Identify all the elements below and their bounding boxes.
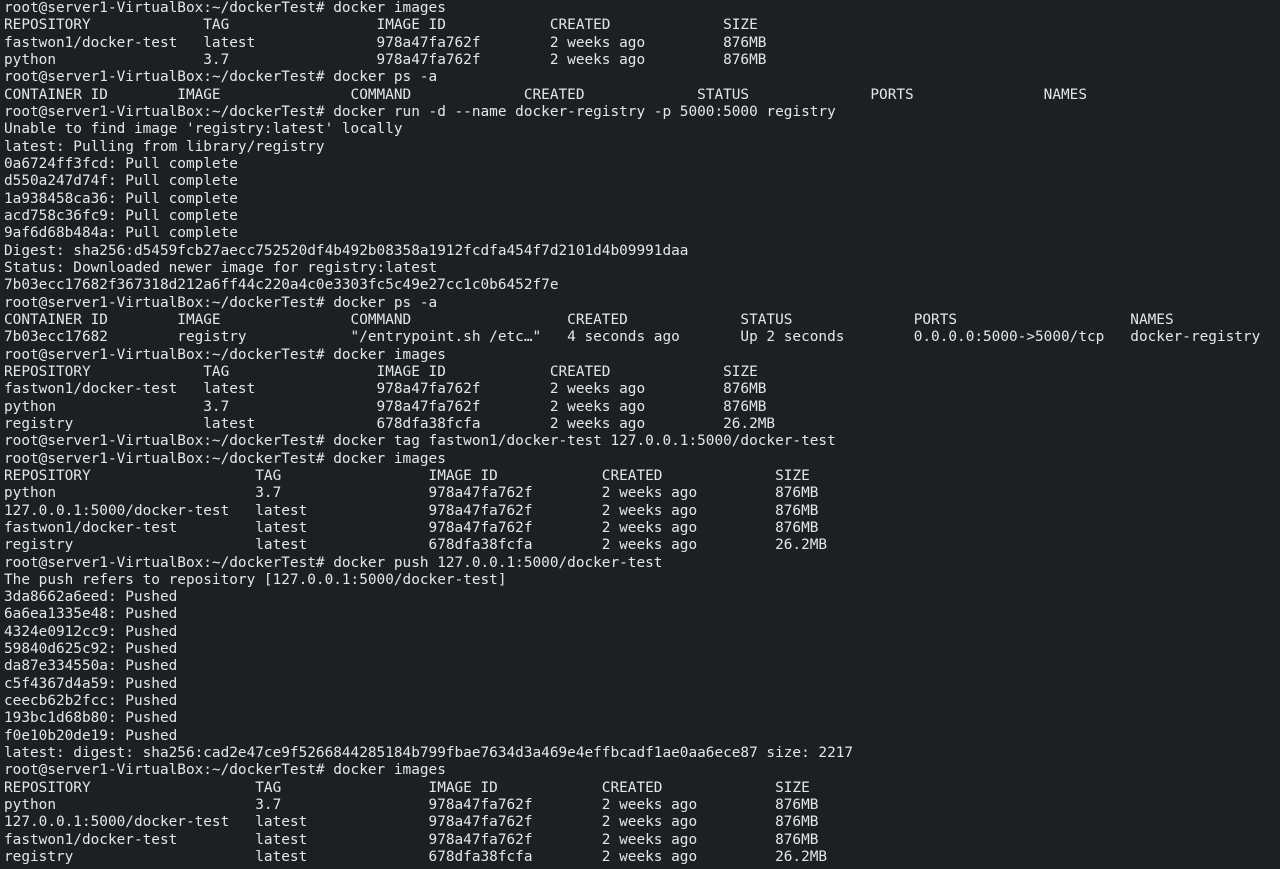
output-line: 127.0.0.1:5000/docker-test latest 978a47… — [4, 502, 819, 519]
output-line: fastwon1/docker-test latest 978a47fa762f… — [4, 381, 767, 398]
output-line: registry latest 678dfa38fcfa 2 weeks ago… — [4, 537, 828, 554]
output-line: CONTAINER ID IMAGE COMMAND CREATED STATU… — [4, 311, 1174, 328]
output-line: latest: digest: sha256:cad2e47ce9f526684… — [4, 745, 854, 762]
prompt-line: root@server1-VirtualBox:~/dockerTest# do… — [4, 450, 446, 467]
output-line: f0e10b20de19: Pushed — [4, 727, 178, 744]
output-line: registry latest 678dfa38fcfa 2 weeks ago… — [4, 415, 776, 432]
output-line: python 3.7 978a47fa762f 2 weeks ago 876M… — [4, 485, 819, 502]
prompt-line: root@server1-VirtualBox:~/dockerTest# do… — [4, 433, 836, 450]
output-line: 127.0.0.1:5000/docker-test latest 978a47… — [4, 814, 819, 831]
output-line: d550a247d74f: Pull complete — [4, 173, 238, 190]
output-line: CONTAINER ID IMAGE COMMAND CREATED STATU… — [4, 86, 1087, 103]
output-line: python 3.7 978a47fa762f 2 weeks ago 876M… — [4, 797, 819, 814]
output-line: 9af6d68b484a: Pull complete — [4, 225, 238, 242]
output-line: python 3.7 978a47fa762f 2 weeks ago 876M… — [4, 51, 767, 68]
prompt-line: root@server1-VirtualBox:~/dockerTest# do… — [4, 554, 663, 571]
output-line: REPOSITORY TAG IMAGE ID CREATED SIZE — [4, 17, 758, 34]
output-line: ceecb62b2fcc: Pushed — [4, 693, 178, 710]
output-line: 193bc1d68b80: Pushed — [4, 710, 178, 727]
prompt-line: root@server1-VirtualBox:~/dockerTest# do… — [4, 0, 446, 16]
output-line: 0a6724ff3fcd: Pull complete — [4, 155, 238, 172]
output-line: REPOSITORY TAG IMAGE ID CREATED SIZE — [4, 363, 758, 380]
output-line: 1a938458ca36: Pull complete — [4, 190, 238, 207]
output-line: 7b03ecc17682f367318d212a6ff44c220a4c0e33… — [4, 277, 559, 294]
output-line: Digest: sha256:d5459fcb27aecc752520df4b4… — [4, 242, 689, 259]
terminal-window[interactable]: root@server1-VirtualBox:~/dockerTest# do… — [0, 0, 1280, 869]
output-line: Unable to find image 'registry:latest' l… — [4, 121, 403, 138]
output-line: 59840d625c92: Pushed — [4, 641, 178, 658]
prompt-line: root@server1-VirtualBox:~/dockerTest# do… — [4, 103, 836, 120]
output-line: da87e334550a: Pushed — [4, 658, 178, 675]
output-line: acd758c36fc9: Pull complete — [4, 207, 238, 224]
output-line: The push refers to repository [127.0.0.1… — [4, 571, 507, 588]
output-line: REPOSITORY TAG IMAGE ID CREATED SIZE — [4, 779, 810, 796]
prompt-line: root@server1-VirtualBox:~/dockerTest# do… — [4, 294, 438, 311]
output-line: fastwon1/docker-test latest 978a47fa762f… — [4, 34, 767, 51]
output-line: registry latest 678dfa38fcfa 2 weeks ago… — [4, 849, 828, 866]
output-line: fastwon1/docker-test latest 978a47fa762f… — [4, 831, 819, 848]
output-line: fastwon1/docker-test latest 978a47fa762f… — [4, 519, 819, 536]
output-line: Status: Downloaded newer image for regis… — [4, 259, 438, 276]
output-line: 4324e0912cc9: Pushed — [4, 623, 178, 640]
output-line: REPOSITORY TAG IMAGE ID CREATED SIZE — [4, 467, 810, 484]
prompt-line: root@server1-VirtualBox:~/dockerTest# do… — [4, 346, 446, 363]
output-line: latest: Pulling from library/registry — [4, 138, 325, 155]
output-line: 6a6ea1335e48: Pushed — [4, 606, 178, 623]
prompt-line: root@server1-VirtualBox:~/dockerTest# do… — [4, 762, 446, 779]
prompt-line: root@server1-VirtualBox:~/dockerTest# do… — [4, 69, 438, 86]
output-line: 3da8662a6eed: Pushed — [4, 589, 178, 606]
output-line: 7b03ecc17682 registry "/entrypoint.sh /e… — [4, 329, 1261, 346]
output-line: python 3.7 978a47fa762f 2 weeks ago 876M… — [4, 398, 767, 415]
terminal-output: root@server1-VirtualBox:~/dockerTest# do… — [4, 0, 1280, 866]
output-line: c5f4367d4a59: Pushed — [4, 675, 178, 692]
